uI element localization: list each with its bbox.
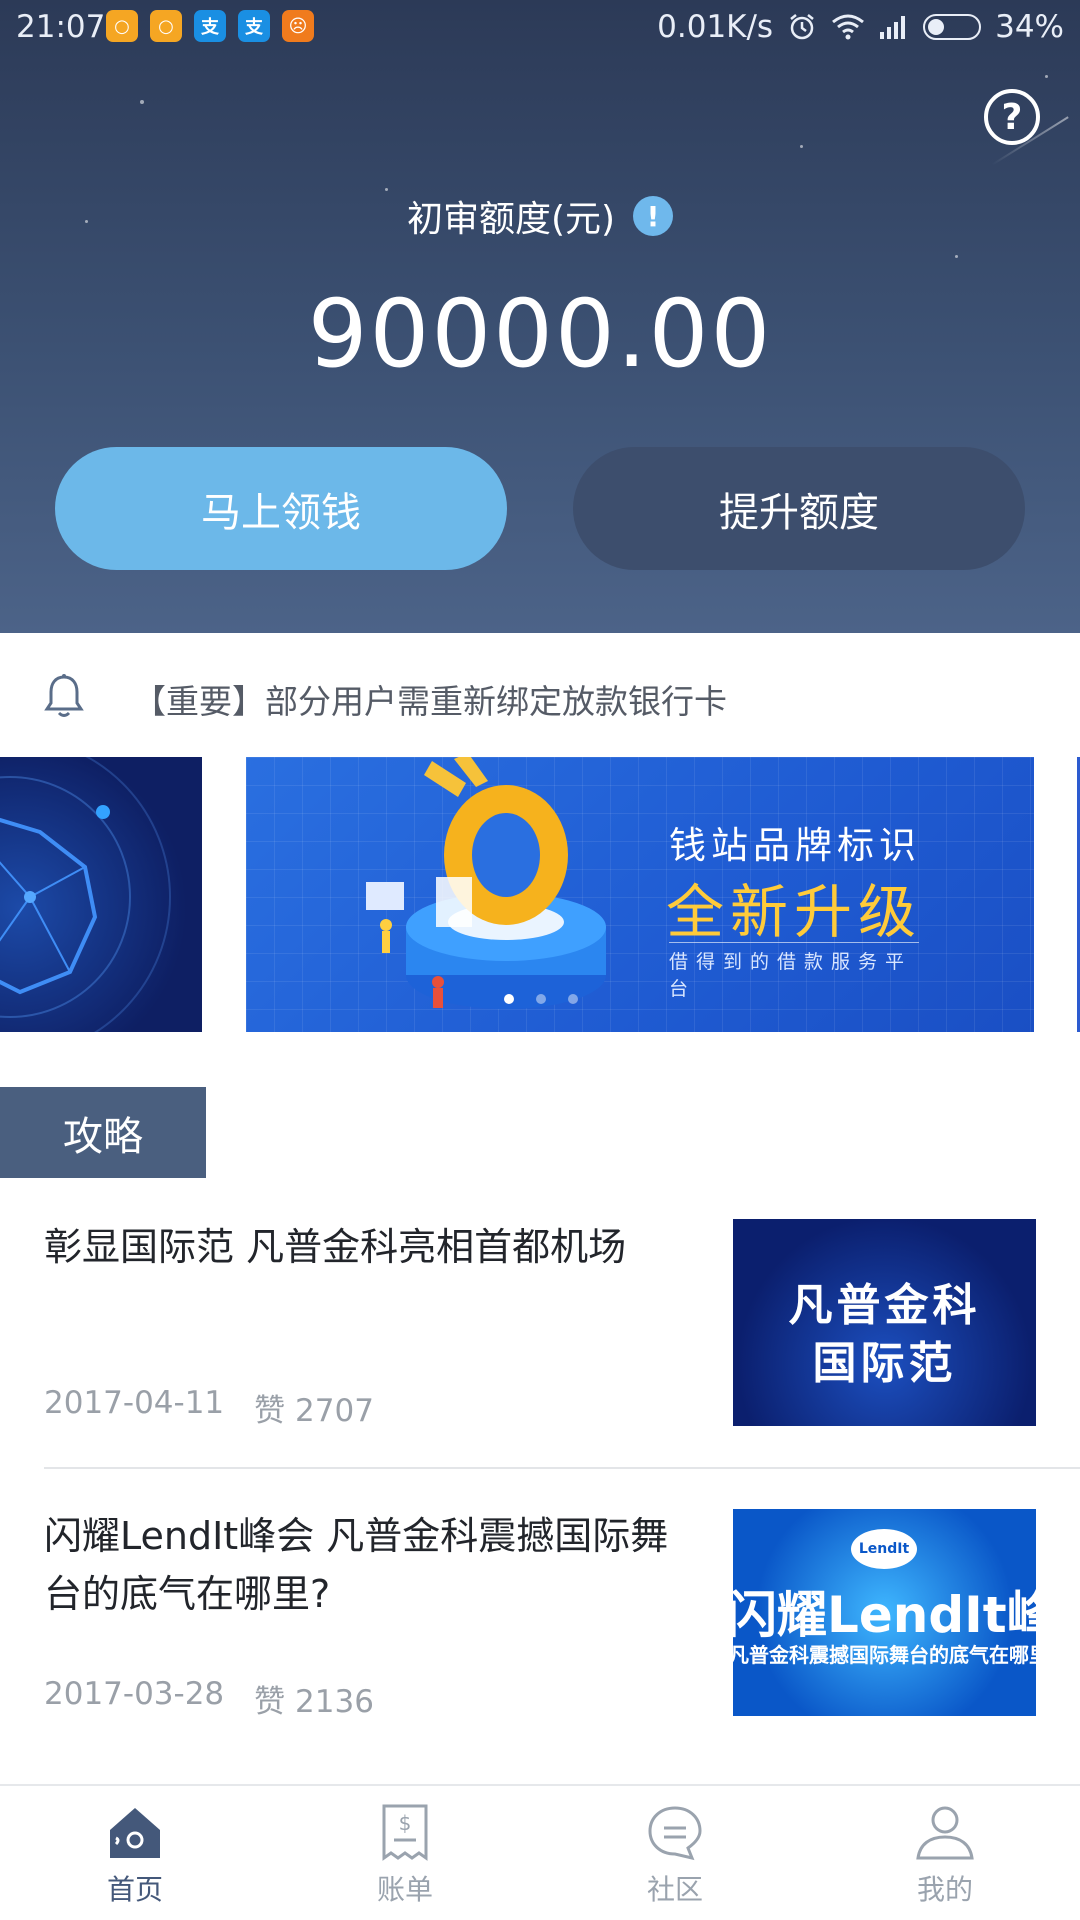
article-title: 彰显国际范 凡普金科亮相首都机场	[44, 1225, 627, 1269]
credit-amount: 90000.00	[307, 280, 773, 389]
notification-app-icon: ○	[150, 10, 182, 42]
get-money-button[interactable]: 马上领钱	[55, 447, 507, 570]
divider	[44, 1467, 1080, 1469]
alarm-icon	[790, 14, 814, 40]
battery-icon	[923, 14, 982, 40]
wifi-icon	[832, 14, 865, 40]
star-decoration	[1045, 75, 1048, 78]
battery-percent: 34%	[995, 9, 1064, 45]
network-globe-graphic	[0, 757, 171, 1032]
carousel-dot[interactable]	[536, 994, 546, 1004]
article-meta: 2017-04-11 赞 2707	[44, 1385, 374, 1430]
article-meta: 2017-03-28 赞 2136	[44, 1676, 374, 1721]
notification-icons: ○ ○ 支支 ☹	[106, 10, 314, 42]
app-screen: 21:07 ○ ○ 支支 ☹ 0.01K/s 34% ? 初审额度(元) ! 9…	[0, 0, 1080, 1920]
thumbnail-text: 国际范	[812, 1338, 957, 1389]
quota-label-row: 初审额度(元) !	[0, 190, 1080, 242]
hero-panel: 21:07 ○ ○ 支支 ☹ 0.01K/s 34% ? 初审额度(元) ! 9…	[0, 0, 1080, 633]
nav-label: 社区	[646, 1873, 703, 1906]
alipay-icon: 支	[194, 10, 226, 42]
network-speed: 0.01K/s	[657, 9, 774, 45]
thumbnail-subtext: 凡普金科震撼国际舞台的底气在哪里	[733, 1643, 1036, 1667]
status-right-group: 0.01K/s 34%	[657, 9, 1064, 45]
nav-home[interactable]: 首页	[0, 1786, 270, 1920]
community-chat-icon	[648, 1806, 702, 1861]
help-button[interactable]: ?	[984, 89, 1040, 145]
star-decoration	[140, 100, 144, 104]
alipay-icon: 支	[238, 10, 270, 42]
thumbnail-text: 凡普金科	[788, 1280, 981, 1331]
bill-icon: $	[382, 1804, 428, 1861]
status-bar: 21:07 ○ ○ 支支 ☹ 0.01K/s 34%	[0, 0, 1080, 56]
lendit-logo: LendIt	[851, 1529, 917, 1569]
article-thumbnail: 凡普金科 国际范	[733, 1219, 1036, 1426]
banner-highlight: 全新升级	[666, 878, 923, 946]
svg-text:$: $	[399, 1811, 412, 1835]
bottom-navigation: 首页 $ 账单 社区 我的	[0, 1784, 1080, 1920]
thumbnail-text: 闪耀LendIt峰会	[733, 1586, 1036, 1644]
notice-bar[interactable]: 【重要】部分用户需重新绑定放款银行卡	[0, 633, 1080, 759]
nav-label: 我的	[916, 1873, 973, 1906]
raise-limit-button[interactable]: 提升额度	[573, 447, 1025, 570]
profile-icon	[916, 1806, 974, 1860]
article-title: 闪耀LendIt峰会 凡普金科震撼国际舞台的底气在哪里?	[44, 1514, 669, 1616]
info-icon[interactable]: !	[633, 196, 674, 236]
signal-icon	[880, 16, 906, 39]
nav-bills[interactable]: $ 账单	[270, 1786, 540, 1920]
carousel-indicator	[504, 994, 578, 1004]
home-icon	[110, 1808, 160, 1858]
uc-browser-icon: ☹	[282, 10, 314, 42]
notice-text: 【重要】部分用户需重新绑定放款银行卡	[133, 682, 727, 721]
article-likes: 赞 2707	[254, 1393, 374, 1429]
banner-tagline: 借得到的借款服务平台	[669, 942, 919, 1001]
article-date: 2017-04-11	[44, 1385, 225, 1421]
carousel-dot[interactable]	[504, 994, 514, 1004]
notification-app-icon: ○	[106, 10, 138, 42]
nav-label: 账单	[376, 1873, 433, 1906]
bell-icon	[44, 674, 84, 717]
quota-label: 初审额度(元)	[406, 199, 616, 240]
nav-community[interactable]: 社区	[540, 1786, 810, 1920]
banner-heading: 钱站品牌标识	[669, 824, 921, 867]
carousel-dot[interactable]	[568, 994, 578, 1004]
banner-prev-slide[interactable]	[0, 757, 202, 1032]
banner-slide[interactable]: 钱站品牌标识 全新升级 借得到的借款服务平台	[246, 757, 1034, 1032]
article-thumbnail: LendIt 闪耀LendIt峰会 凡普金科震撼国际舞台的底气在哪里	[733, 1509, 1036, 1716]
star-decoration	[955, 255, 958, 258]
nav-label: 首页	[106, 1873, 163, 1906]
nav-profile[interactable]: 我的	[810, 1786, 1080, 1920]
star-decoration	[800, 145, 803, 148]
article-likes: 赞 2136	[254, 1684, 374, 1720]
status-time: 21:07	[16, 9, 106, 45]
section-tab-guides[interactable]: 攻略	[0, 1087, 206, 1178]
article-date: 2017-03-28	[44, 1676, 225, 1712]
brand-logo-illustration	[366, 757, 606, 1009]
